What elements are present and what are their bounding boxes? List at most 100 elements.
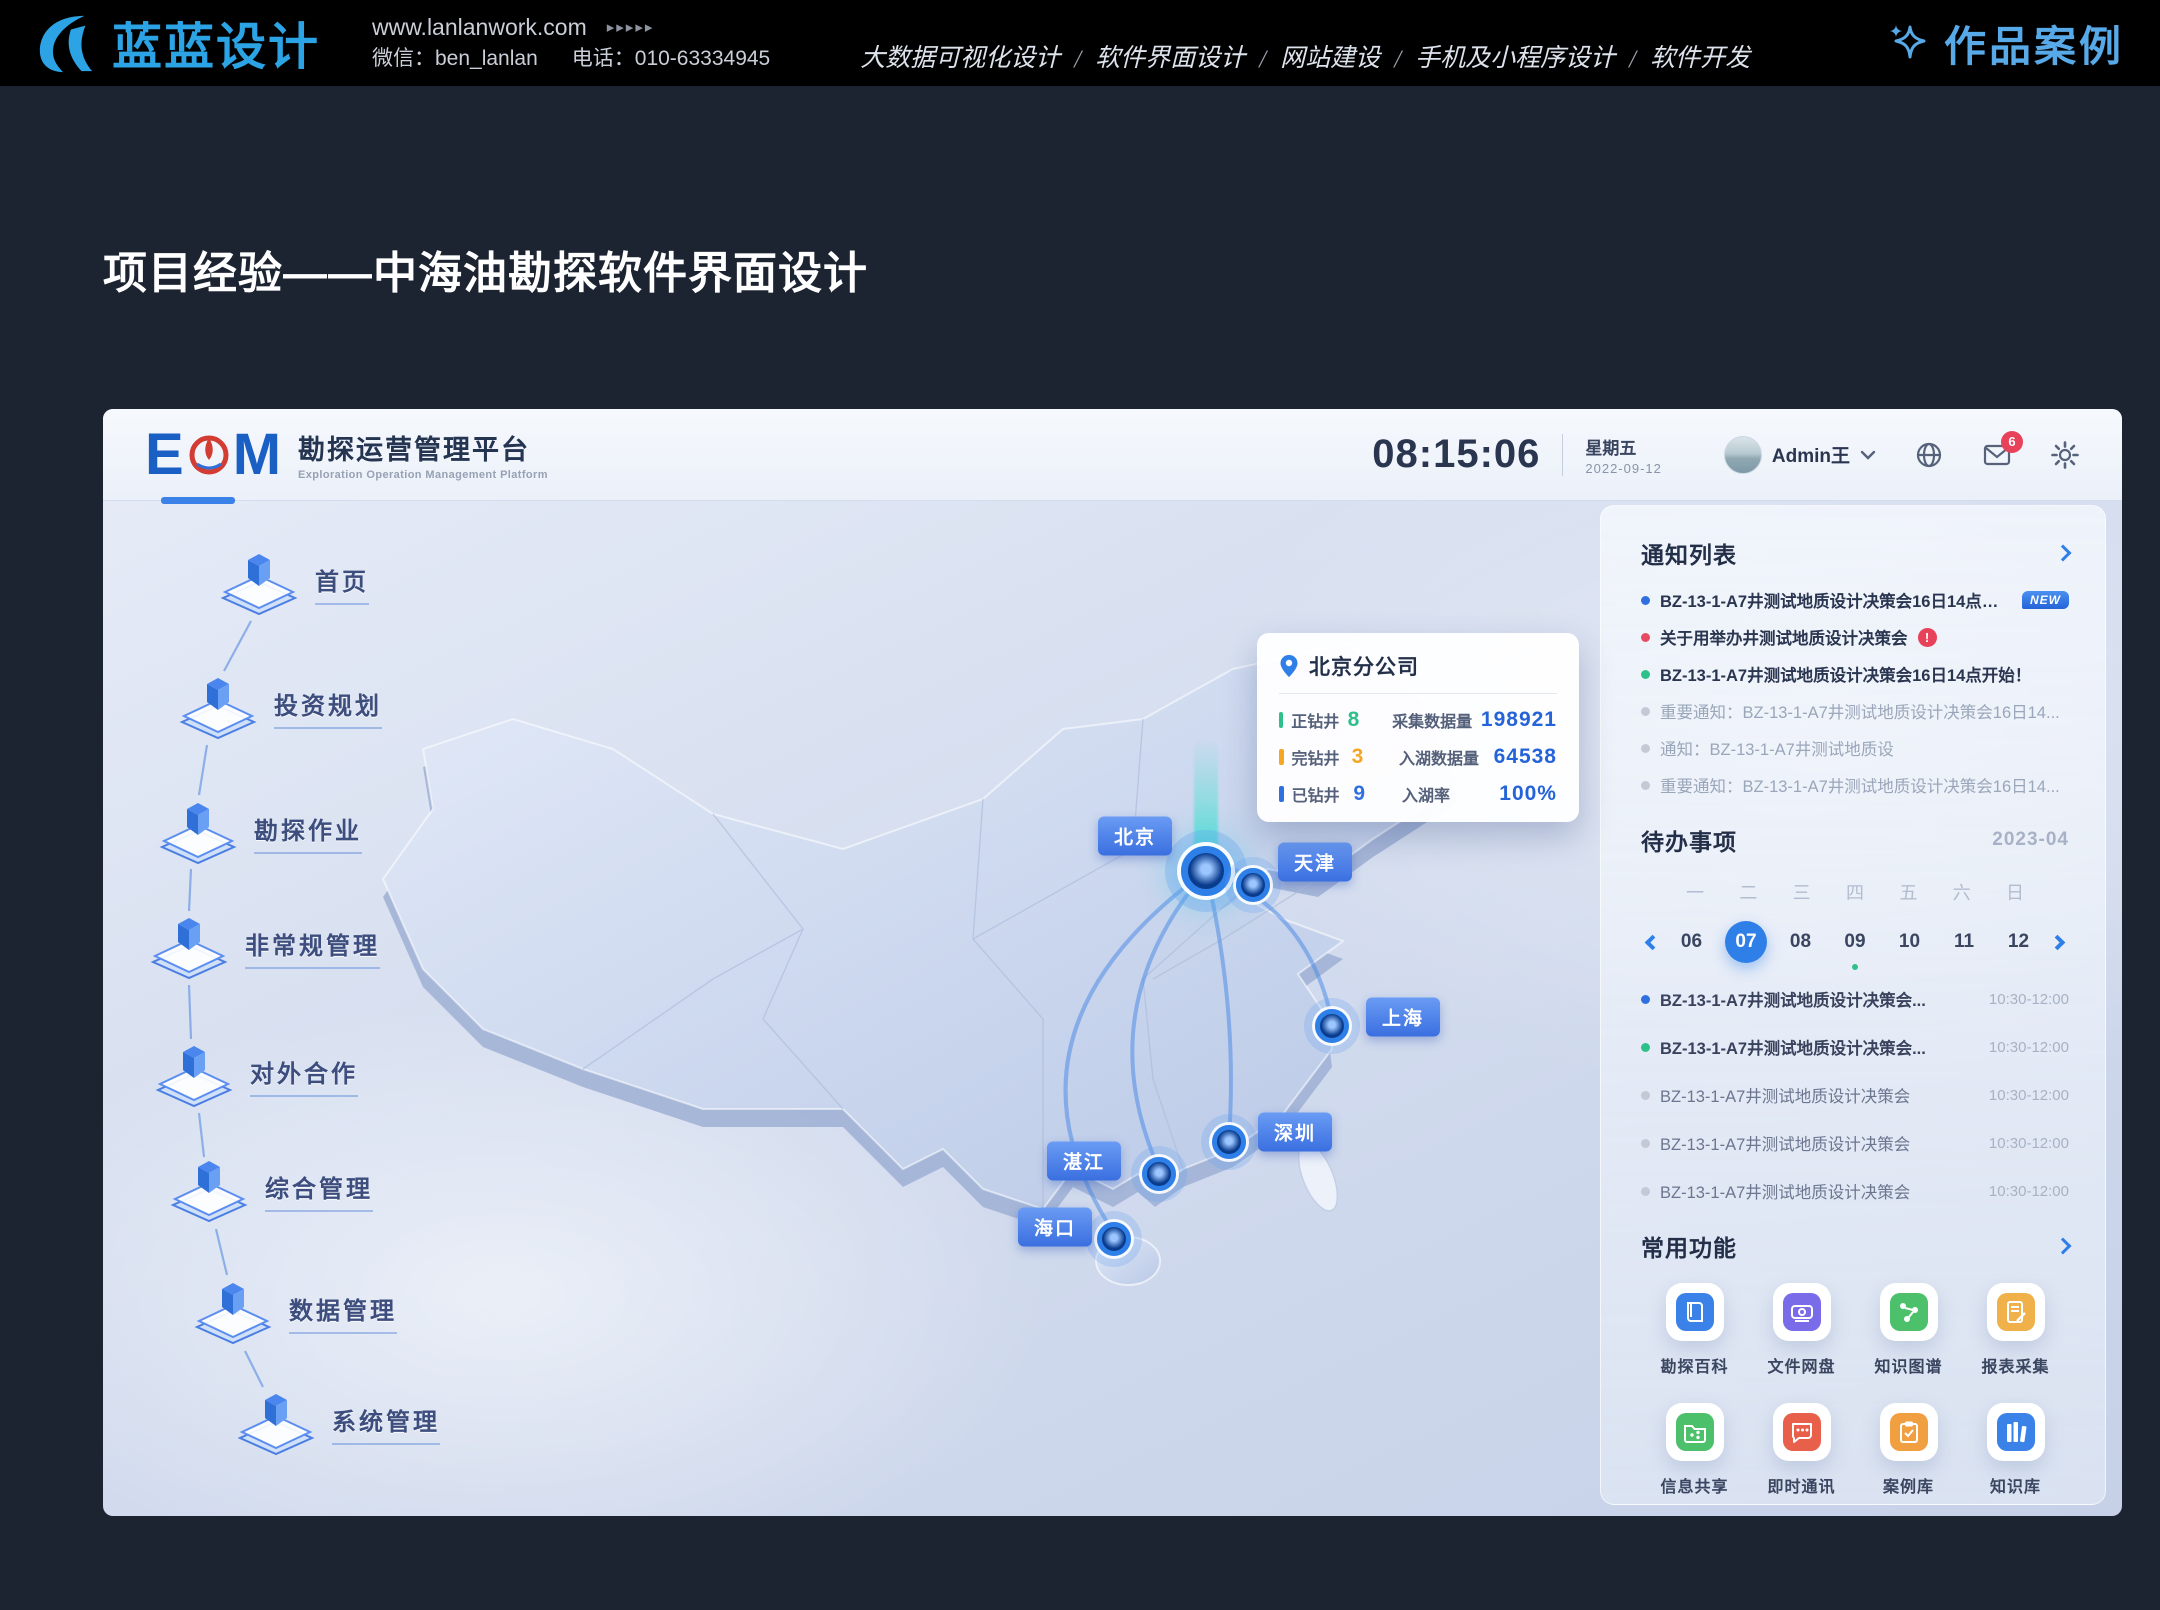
map-marker-shenzhen[interactable] bbox=[1212, 1125, 1246, 1159]
nav-item-software-ui[interactable]: 软件界面设计 bbox=[1095, 38, 1245, 74]
sidebar-item-investment[interactable]: 投资规划 bbox=[172, 672, 382, 742]
todo-text: BZ-13-1-A7井测试地质设计决策会 bbox=[1660, 1131, 1979, 1155]
notification-item[interactable]: BZ-13-1-A7井测试地质设计决策会16日14点开始！ bbox=[1641, 662, 2069, 686]
func-label: 案例库 bbox=[1883, 1473, 1934, 1497]
wechat-label: 微信：ben_lanlan bbox=[372, 44, 538, 74]
drive-icon bbox=[1783, 1293, 1821, 1331]
calendar-date[interactable]: 08 bbox=[1780, 921, 1822, 963]
sidebar-item-general-mgmt[interactable]: 综合管理 bbox=[163, 1155, 373, 1225]
weekday-label: 三 bbox=[1782, 879, 1822, 905]
map-marker-shanghai[interactable] bbox=[1315, 1009, 1349, 1043]
site-logo[interactable]: 蓝蓝设计 bbox=[36, 7, 320, 79]
sidebar-item-unconventional[interactable]: 非常规管理 bbox=[143, 912, 380, 982]
functions-title: 常用功能 bbox=[1641, 1229, 1737, 1263]
chat-icon bbox=[1783, 1413, 1821, 1451]
sidebar-item-data-mgmt[interactable]: 数据管理 bbox=[187, 1277, 397, 1347]
calendar-date[interactable]: 06 bbox=[1671, 921, 1713, 963]
todo-item[interactable]: BZ-13-1-A7井测试地质设计决策会... 10:30-12:00 bbox=[1641, 987, 2069, 1011]
todo-time: 10:30-12:00 bbox=[1989, 1039, 2069, 1056]
stat-value: 100% bbox=[1499, 782, 1557, 806]
calendar-date[interactable]: 11 bbox=[1943, 921, 1985, 963]
notification-item[interactable]: 重要通知：BZ-13-1-A7井测试地质设计决策会16日14... bbox=[1641, 699, 2069, 723]
todo-text: BZ-13-1-A7井测试地质设计决策会... bbox=[1660, 1035, 1979, 1059]
sidebar-item-system-mgmt[interactable]: 系统管理 bbox=[230, 1388, 440, 1458]
status-dot bbox=[1641, 633, 1650, 642]
portfolio-link[interactable]: 作品案例 bbox=[1884, 13, 2124, 74]
todo-item[interactable]: BZ-13-1-A7井测试地质设计决策会 10:30-12:00 bbox=[1641, 1083, 2069, 1107]
todo-item[interactable]: BZ-13-1-A7井测试地质设计决策会 10:30-12:00 bbox=[1641, 1131, 2069, 1155]
func-knowledge-base[interactable]: 知识库 bbox=[1962, 1403, 2069, 1497]
avatar[interactable] bbox=[1724, 436, 1762, 474]
map-marker-zhanjiang[interactable] bbox=[1142, 1157, 1176, 1191]
sidebar-item-label: 对外合作 bbox=[250, 1054, 358, 1097]
notification-item[interactable]: BZ-13-1-A7井测试地质设计决策会16日14点开始 NEW bbox=[1641, 588, 2069, 612]
sidebar-item-cooperation[interactable]: 对外合作 bbox=[148, 1040, 358, 1110]
sidebar-item-label: 非常规管理 bbox=[245, 926, 380, 969]
notification-item[interactable]: 重要通知：BZ-13-1-A7井测试地质设计决策会16日14... bbox=[1641, 773, 2069, 797]
platform-icon bbox=[163, 1155, 255, 1225]
city-label-shanghai[interactable]: 上海 bbox=[1366, 998, 1440, 1037]
language-globe-button[interactable] bbox=[1914, 440, 1944, 470]
nav-item-dev[interactable]: 软件开发 bbox=[1650, 38, 1750, 74]
books-icon bbox=[1997, 1413, 2035, 1451]
status-dot bbox=[1641, 596, 1650, 605]
calendar-date[interactable]: 12 bbox=[1998, 921, 2040, 963]
func-info-share[interactable]: 信息共享 bbox=[1641, 1403, 1748, 1497]
todo-item[interactable]: BZ-13-1-A7井测试地质设计决策会... 10:30-12:00 bbox=[1641, 1035, 2069, 1059]
user-menu[interactable]: Admin王 bbox=[1724, 436, 1876, 474]
divider bbox=[1562, 434, 1563, 476]
calendar-date-selected[interactable]: 07 bbox=[1725, 921, 1767, 963]
city-label-haikou[interactable]: 海口 bbox=[1018, 1208, 1092, 1247]
notifications-more-button[interactable] bbox=[2055, 545, 2072, 562]
graph-icon bbox=[1890, 1293, 1928, 1331]
nav-item-website[interactable]: 网站建设 bbox=[1280, 38, 1380, 74]
stat-label: 入湖数据量 bbox=[1399, 745, 1494, 769]
city-label-beijing[interactable]: 北京 bbox=[1098, 817, 1172, 856]
notification-text: 关于用举办井测试地质设计决策会 bbox=[1660, 625, 1908, 649]
site-url[interactable]: www.lanlanwork.com bbox=[372, 11, 587, 44]
settings-button[interactable] bbox=[2050, 440, 2080, 470]
city-label-shenzhen[interactable]: 深圳 bbox=[1258, 1113, 1332, 1152]
calendar-date[interactable]: 09 bbox=[1834, 921, 1876, 963]
func-report-collect[interactable]: 报表采集 bbox=[1962, 1283, 2069, 1377]
func-label: 文件网盘 bbox=[1767, 1353, 1835, 1377]
messages-button[interactable]: 6 bbox=[1982, 440, 2012, 470]
func-case-library[interactable]: 案例库 bbox=[1855, 1403, 1962, 1497]
next-week-button[interactable] bbox=[2050, 934, 2066, 950]
city-label-zhanjiang[interactable]: 湛江 bbox=[1047, 1142, 1121, 1181]
notification-item[interactable]: 关于用举办井测试地质设计决策会 ! bbox=[1641, 625, 2069, 649]
platform-icon bbox=[148, 1040, 240, 1110]
stat-value: 64538 bbox=[1494, 745, 1557, 769]
city-label-tianjin[interactable]: 天津 bbox=[1278, 843, 1352, 882]
map-marker-tianjin[interactable] bbox=[1236, 868, 1270, 902]
status-dot bbox=[1641, 744, 1650, 753]
book-icon bbox=[1676, 1293, 1714, 1331]
todo-item[interactable]: BZ-13-1-A7井测试地质设计决策会 10:30-12:00 bbox=[1641, 1179, 2069, 1203]
sidebar-item-label: 首页 bbox=[315, 562, 369, 605]
nav-separator: / bbox=[1074, 46, 1081, 74]
legend-tick bbox=[1279, 749, 1284, 765]
calendar-date[interactable]: 10 bbox=[1889, 921, 1931, 963]
map-marker-beijing[interactable] bbox=[1181, 846, 1231, 896]
platform-rocket-icon bbox=[213, 548, 305, 618]
nav-item-mobile[interactable]: 手机及小程序设计 bbox=[1415, 38, 1615, 74]
func-file-drive[interactable]: 文件网盘 bbox=[1748, 1283, 1855, 1377]
platform-rocket-icon bbox=[230, 1388, 322, 1458]
map-marker-haikou[interactable] bbox=[1097, 1222, 1131, 1256]
right-panel: 通知列表 BZ-13-1-A7井测试地质设计决策会16日14点开始 NEW 关于… bbox=[1600, 505, 2106, 1505]
popup-stat-row: 完钻井 3 入湖数据量 64538 bbox=[1279, 745, 1557, 769]
map-pin-icon bbox=[1279, 654, 1299, 678]
func-knowledge-graph[interactable]: 知识图谱 bbox=[1855, 1283, 1962, 1377]
func-instant-messaging[interactable]: 即时通讯 bbox=[1748, 1403, 1855, 1497]
chevron-down-icon bbox=[1860, 450, 1876, 460]
func-label: 勘探百科 bbox=[1660, 1353, 1728, 1377]
sidebar-item-home[interactable]: 首页 bbox=[213, 548, 369, 618]
prev-week-button[interactable] bbox=[1645, 934, 1661, 950]
notification-item[interactable]: 通知：BZ-13-1-A7井测试地质设 bbox=[1641, 736, 2069, 760]
weekday-label: 一 bbox=[1675, 879, 1715, 905]
sidebar-item-exploration[interactable]: 勘探作业 bbox=[152, 797, 362, 867]
functions-more-button[interactable] bbox=[2055, 1238, 2072, 1255]
func-exploration-wiki[interactable]: 勘探百科 bbox=[1641, 1283, 1748, 1377]
well-label: 正钻井 bbox=[1291, 708, 1347, 732]
nav-item-bigdata[interactable]: 大数据可视化设计 bbox=[860, 38, 1060, 74]
